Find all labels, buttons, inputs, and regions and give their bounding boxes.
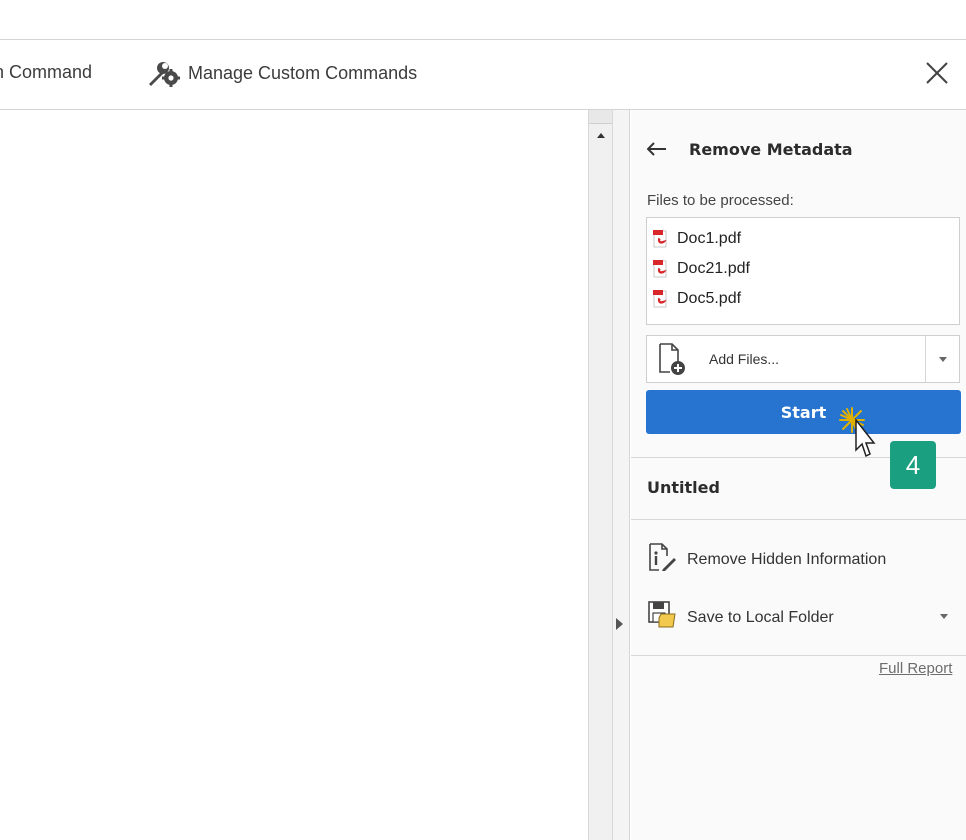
- panel-header: Remove Metadata: [646, 138, 853, 160]
- pdf-file-icon: [653, 230, 669, 248]
- scrollbar-top: [589, 110, 612, 124]
- files-to-be-processed-label: Files to be processed:: [647, 192, 794, 209]
- top-strip: [0, 0, 966, 40]
- scroll-up-arrow-icon[interactable]: [589, 126, 612, 144]
- file-name: Doc5.pdf: [677, 290, 742, 307]
- vertical-scrollbar[interactable]: [588, 110, 613, 840]
- remove-hidden-information-label: Remove Hidden Information: [687, 550, 887, 568]
- start-button[interactable]: Start: [646, 390, 961, 434]
- add-files-dropdown[interactable]: [925, 336, 959, 382]
- document-area: [0, 110, 588, 840]
- expand-arrow-icon[interactable]: [616, 618, 623, 630]
- file-list-item[interactable]: Doc21.pdf: [647, 254, 959, 284]
- close-icon[interactable]: [924, 60, 950, 86]
- pdf-file-icon: [653, 290, 669, 308]
- manage-custom-commands-label: Manage Custom Commands: [188, 62, 418, 83]
- file-name: Doc21.pdf: [677, 260, 750, 277]
- file-name: Doc1.pdf: [677, 230, 742, 247]
- right-tool-panel: Remove Metadata Files to be processed: D…: [631, 110, 966, 840]
- info-document-icon: [647, 542, 677, 577]
- file-list-item[interactable]: Doc1.pdf: [647, 224, 959, 254]
- manage-custom-commands-button[interactable]: Manage Custom Commands: [146, 58, 417, 88]
- save-to-local-folder-label: Save to Local Folder: [687, 608, 834, 626]
- divider: [631, 519, 966, 520]
- new-command-button[interactable]: n Command: [0, 62, 92, 83]
- save-folder-icon: [647, 600, 677, 635]
- add-files-control: Add Files...: [646, 335, 960, 383]
- save-options-chevron-down-icon[interactable]: [940, 614, 948, 619]
- full-report-link[interactable]: Full Report: [879, 660, 952, 677]
- wrench-gear-icon: [146, 58, 180, 88]
- back-arrow-icon[interactable]: [646, 138, 667, 160]
- file-list: Doc1.pdf Doc21.pdf Doc5.pdf: [646, 217, 960, 325]
- file-list-item[interactable]: Doc5.pdf: [647, 284, 959, 314]
- remove-hidden-information-action[interactable]: Remove Hidden Information: [647, 542, 886, 577]
- pdf-file-icon: [653, 260, 669, 278]
- document-title: Untitled: [647, 478, 720, 497]
- custom-commands-toolbar: n Command Manage Custom Commands: [0, 40, 966, 110]
- add-file-icon[interactable]: [647, 336, 695, 382]
- mouse-cursor-click-indicator: [838, 404, 878, 460]
- panel-collapse-handle[interactable]: [613, 110, 630, 840]
- panel-title: Remove Metadata: [689, 139, 853, 159]
- app-window: n Command Manage Custom Commands Remove …: [0, 0, 966, 840]
- add-files-button[interactable]: Add Files...: [709, 351, 925, 367]
- divider: [631, 655, 966, 656]
- chevron-down-icon: [938, 356, 947, 362]
- save-to-local-folder-action[interactable]: Save to Local Folder: [647, 600, 834, 635]
- step-number-badge: 4: [890, 441, 936, 489]
